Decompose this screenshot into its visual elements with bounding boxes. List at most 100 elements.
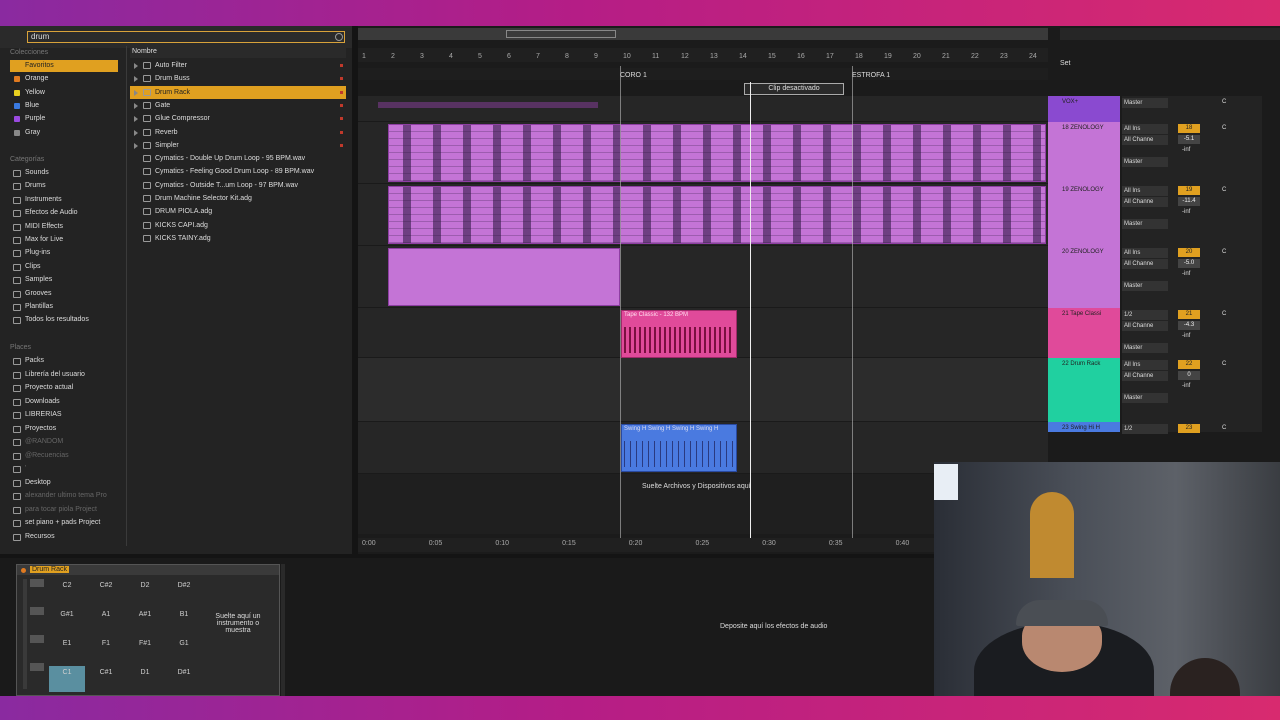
browser-item[interactable]: Glue Compressor xyxy=(130,112,346,125)
channel-select[interactable]: All Channe xyxy=(1122,197,1168,207)
input-routing-select[interactable]: All Ins xyxy=(1122,186,1168,196)
rack-side-strip[interactable] xyxy=(23,579,27,689)
playhead[interactable] xyxy=(750,82,751,546)
collection-yellow[interactable]: Yellow xyxy=(10,87,118,99)
drum-pad[interactable]: A#1 xyxy=(127,608,163,634)
collection-favoritos[interactable]: Favoritos xyxy=(10,60,118,72)
channel-select[interactable]: All Channe xyxy=(1122,371,1168,381)
browser-item[interactable]: Drum Machine Selector Kit.adg xyxy=(130,192,346,205)
pan-value[interactable]: C xyxy=(1222,361,1226,367)
input-routing-select[interactable]: All Ins xyxy=(1122,248,1168,258)
drum-pad[interactable]: C2 xyxy=(49,579,85,605)
collection-gray[interactable]: Gray xyxy=(10,127,118,139)
audio-clip-tape-classic[interactable]: Tape Classic - 132 BPM xyxy=(621,310,737,358)
input-routing-select[interactable]: 1/2 xyxy=(1122,310,1168,320)
place-item[interactable]: LIBRERIAS xyxy=(10,409,118,421)
expand-chevron-icon[interactable] xyxy=(134,116,138,123)
track-number-button[interactable]: 22 xyxy=(1178,360,1200,369)
place-item[interactable]: @Recuencias xyxy=(10,450,118,462)
drum-pad[interactable]: B1 xyxy=(166,608,202,634)
category-item[interactable]: Clips xyxy=(10,261,118,273)
category-item[interactable]: Grooves xyxy=(10,288,118,300)
expand-chevron-icon[interactable] xyxy=(134,76,138,83)
category-item[interactable]: Samples xyxy=(10,274,118,286)
drum-pad[interactable]: C#1 xyxy=(88,666,124,692)
drum-pad[interactable]: D#1 xyxy=(166,666,202,692)
place-item[interactable]: Librería del usuario xyxy=(10,369,118,381)
overview-viewport[interactable] xyxy=(506,30,616,38)
pan-value[interactable]: C xyxy=(1222,125,1226,131)
place-item[interactable]: set piano + pads Project xyxy=(10,517,118,529)
category-item[interactable]: Plantillas xyxy=(10,301,118,313)
track-lane-vox[interactable] xyxy=(358,96,1048,122)
track-volume[interactable]: -5.0 xyxy=(1178,259,1200,268)
track-volume[interactable]: -11.4 xyxy=(1178,197,1200,206)
browser-item[interactable]: Cymatics - Feeling Good Drum Loop - 89 B… xyxy=(130,165,346,178)
drum-pad[interactable]: F#1 xyxy=(127,637,163,663)
browser-item[interactable]: Simpler xyxy=(130,139,346,152)
pan-value[interactable]: C xyxy=(1222,249,1226,255)
drum-pad[interactable]: C1 xyxy=(49,666,85,692)
drum-pad[interactable]: A1 xyxy=(88,608,124,634)
track-header[interactable]: 20 ZENOLOGY xyxy=(1048,246,1120,308)
place-item[interactable]: Packs xyxy=(10,355,118,367)
locator-coro-1[interactable]: CORO 1 xyxy=(620,72,647,79)
track-number-button[interactable]: 21 xyxy=(1178,310,1200,319)
track-header[interactable]: 22 Drum Rack xyxy=(1048,358,1120,422)
track-header[interactable]: 23 Swing Hi H xyxy=(1048,422,1120,432)
track-volume[interactable]: 0 xyxy=(1178,371,1200,380)
expand-chevron-icon[interactable] xyxy=(134,129,138,136)
category-item[interactable]: Instruments xyxy=(10,194,118,206)
track-volume[interactable]: -4.3 xyxy=(1178,321,1200,330)
channel-select[interactable]: All Channe xyxy=(1122,259,1168,269)
browser-item[interactable]: Auto Filter xyxy=(130,59,346,72)
browser-item[interactable]: Cymatics - Outside T...um Loop - 97 BPM.… xyxy=(130,179,346,192)
track-volume[interactable]: -5.1 xyxy=(1178,135,1200,144)
browser-item[interactable]: KICKS TAINY.adg xyxy=(130,232,346,245)
category-item[interactable]: Max for Live xyxy=(10,234,118,246)
collection-blue[interactable]: Blue xyxy=(10,100,118,112)
track-header[interactable]: 18 ZENOLOGY xyxy=(1048,122,1120,184)
output-select[interactable]: Master xyxy=(1122,393,1168,403)
input-routing-select[interactable]: 1/2 xyxy=(1122,424,1168,434)
category-item[interactable]: Sounds xyxy=(10,167,118,179)
category-item[interactable]: Todos los resultados xyxy=(10,314,118,326)
collection-orange[interactable]: Orange xyxy=(10,73,118,85)
track-lane-22[interactable] xyxy=(358,358,1048,422)
drum-pad[interactable]: D#2 xyxy=(166,579,202,605)
browser-item[interactable]: Drum Rack xyxy=(130,85,346,99)
browser-item[interactable]: Reverb xyxy=(130,126,346,139)
expand-chevron-icon[interactable] xyxy=(134,142,138,149)
midi-clip-20[interactable] xyxy=(388,248,620,306)
track-lane-18[interactable] xyxy=(358,122,1048,184)
track-lane-21[interactable]: Tape Classic - 132 BPM xyxy=(358,308,1048,358)
place-item[interactable]: alexander ultimo tema Pro xyxy=(10,490,118,502)
browser-item[interactable]: Drum Buss xyxy=(130,72,346,85)
drum-pad[interactable]: C#2 xyxy=(88,579,124,605)
input-routing-select[interactable]: All Ins xyxy=(1122,360,1168,370)
audio-clip-swing[interactable]: Swing H Swing H Swing H Swing H xyxy=(621,424,737,472)
output-select[interactable]: Master xyxy=(1122,219,1168,229)
locator-estrofa-1[interactable]: ESTROFA 1 xyxy=(852,72,890,79)
place-item[interactable]: Desktop xyxy=(10,477,118,489)
channel-select[interactable]: All Channe xyxy=(1122,135,1168,145)
category-item[interactable]: Plug-ins xyxy=(10,247,118,259)
midi-clip-19[interactable] xyxy=(388,186,1046,244)
track-number-button[interactable]: 20 xyxy=(1178,248,1200,257)
browser-item[interactable]: DRUM PIOLA.adg xyxy=(130,205,346,218)
category-item[interactable]: Drums xyxy=(10,180,118,192)
output-select[interactable]: Master xyxy=(1122,343,1168,353)
drum-pad[interactable]: F1 xyxy=(88,637,124,663)
name-column-header[interactable]: Nombre xyxy=(130,46,346,58)
output-select[interactable]: Master xyxy=(1122,157,1168,167)
expand-chevron-icon[interactable] xyxy=(134,102,138,109)
drum-pad[interactable]: G#1 xyxy=(49,608,85,634)
place-item[interactable]: Proyectos xyxy=(10,423,118,435)
track-header[interactable]: VOX+ xyxy=(1048,96,1120,122)
pan-value[interactable]: C xyxy=(1222,425,1226,431)
place-item[interactable]: Downloads xyxy=(10,396,118,408)
drum-rack-device[interactable]: Drum Rack Suelte aquí un instrumento o m… xyxy=(16,564,280,696)
track-number-button[interactable]: 19 xyxy=(1178,186,1200,195)
channel-select[interactable]: All Channe xyxy=(1122,321,1168,331)
track-lane-20[interactable] xyxy=(358,246,1048,308)
